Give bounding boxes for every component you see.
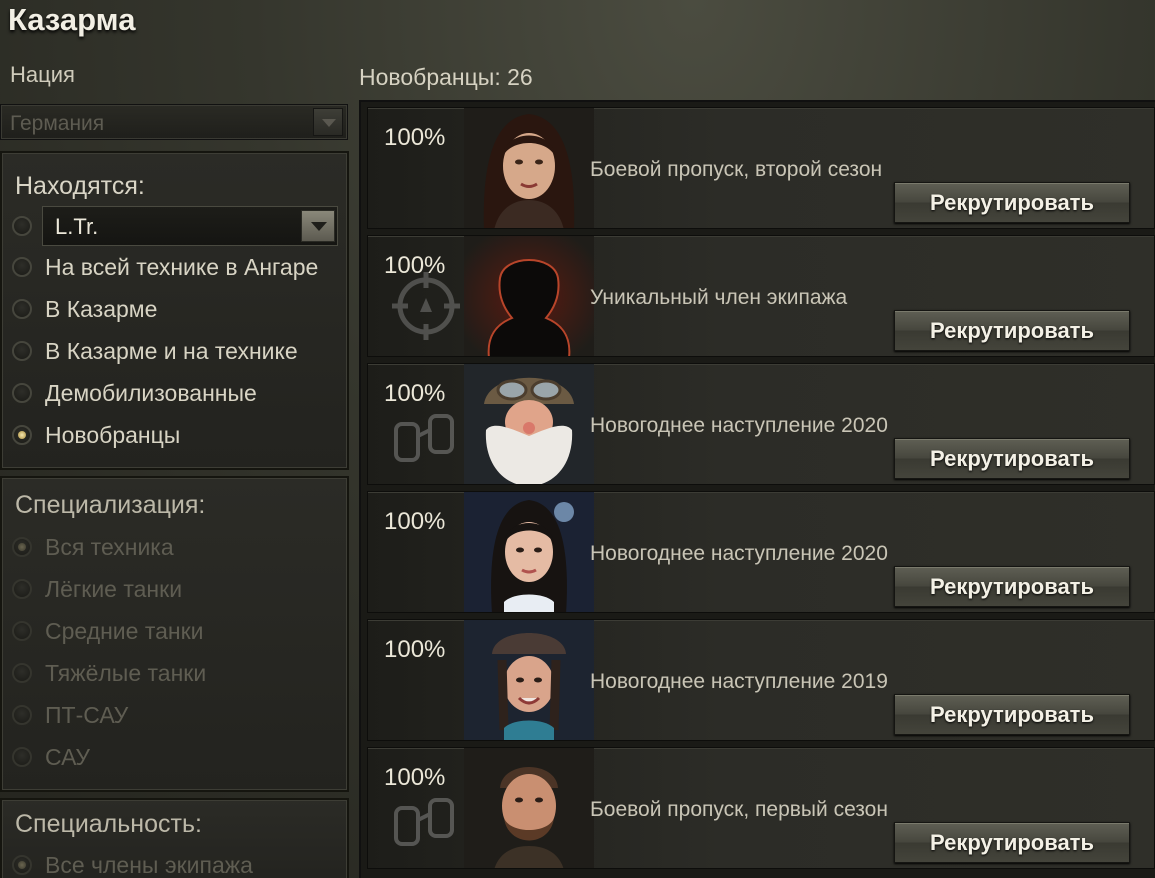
recruit-percent: 100% [384, 252, 446, 279]
recruit-card[interactable]: 100% Новогоднее наступление 2019 Рекрути… [367, 619, 1155, 741]
radio-label: Тяжёлые танки [45, 659, 207, 686]
radio-label: В Казарме [45, 295, 158, 322]
radio-vehicle[interactable] [12, 211, 32, 241]
recruit-description: Новогоднее наступление 2020 [590, 414, 888, 437]
radio-option-td[interactable]: ПТ-САУ [12, 700, 128, 730]
recruit-percent: 100% [384, 380, 446, 407]
radio-label: ПТ-САУ [45, 701, 129, 728]
radio-option-demobilized[interactable]: Демобилизованные [12, 378, 257, 408]
radio-option-barracks-and-vehicles[interactable]: В Казарме и на технике [12, 336, 298, 366]
chevron-down-icon [313, 108, 343, 136]
radio-option-light-tanks[interactable]: Лёгкие танки [12, 574, 182, 604]
recruit-card[interactable]: 100% Уникальный член экипажа Рекрутирова… [367, 235, 1155, 357]
radio-button-selected[interactable] [12, 537, 32, 557]
recruit-percent: 100% [384, 764, 446, 791]
radio-button[interactable] [12, 621, 32, 641]
radio-label: В Казарме и на технике [45, 337, 298, 364]
recruit-button[interactable]: Рекрутировать [894, 566, 1130, 607]
radio-button[interactable] [12, 341, 32, 361]
recruit-button[interactable]: Рекрутировать [894, 182, 1130, 223]
recruit-button[interactable]: Рекрутировать [894, 694, 1130, 735]
radio-button[interactable] [12, 257, 32, 277]
recruit-card[interactable]: 100% Новогоднее наступление 2020 Рекрути… [367, 491, 1155, 613]
location-filter-title: Находятся: [15, 172, 145, 200]
vehicle-selected-value: L.Tr. [55, 214, 99, 239]
radio-option-barracks[interactable]: В Казарме [12, 294, 157, 324]
recruit-card[interactable]: 100% Новогоднее наступление 2020 Рекрути… [367, 363, 1155, 485]
radio-button-selected[interactable] [12, 425, 32, 445]
radio-label: На всей технике в Ангаре [45, 253, 319, 280]
recruit-percent: 100% [384, 124, 446, 151]
vehicle-dropdown[interactable]: L.Tr. [42, 206, 338, 246]
recruit-card[interactable]: 100% Боевой пропуск, второй сезон Рекрут… [367, 107, 1155, 229]
snow-maiden-portrait-icon [464, 492, 594, 612]
radio-label: Лёгкие танки [45, 575, 183, 602]
page-title: Казарма [8, 2, 136, 37]
radio-button-vehicle[interactable] [12, 216, 32, 236]
radio-option-recruits[interactable]: Новобранцы [12, 420, 180, 450]
specialization-filter-title: Специализация: [15, 491, 206, 519]
radio-button[interactable] [12, 747, 32, 767]
radio-button[interactable] [12, 705, 32, 725]
radio-label: Все члены экипажа [45, 851, 253, 878]
radio-label: САУ [45, 743, 91, 770]
silhouette-portrait-icon [464, 236, 594, 356]
radio-option-all-hangar[interactable]: На всей технике в Ангаре [12, 252, 318, 282]
radio-option-all-crew[interactable]: Все члены экипажа [12, 850, 253, 878]
recruit-button[interactable]: Рекрутировать [894, 822, 1130, 863]
radio-button[interactable] [12, 383, 32, 403]
radio-button[interactable] [12, 663, 32, 683]
woman-portrait-icon [464, 108, 594, 228]
radio-button[interactable] [12, 579, 32, 599]
recruit-description: Боевой пропуск, первый сезон [590, 798, 888, 821]
radio-button-selected[interactable] [12, 855, 32, 875]
recruit-percent: 100% [384, 508, 446, 535]
specialty-filter-title: Специальность: [15, 810, 202, 838]
radio-label: Средние танки [45, 617, 204, 644]
recruit-description: Уникальный член экипажа [590, 286, 848, 309]
nation-label: Нация [10, 62, 75, 87]
recruit-button[interactable]: Рекрутировать [894, 310, 1130, 351]
radio-label: Новобранцы [45, 421, 181, 448]
chevron-down-icon[interactable] [301, 210, 335, 242]
recruit-button[interactable]: Рекрутировать [894, 438, 1130, 479]
radio-option-medium-tanks[interactable]: Средние танки [12, 616, 204, 646]
recruit-description: Боевой пропуск, второй сезон [590, 158, 883, 181]
recruit-description: Новогоднее наступление 2020 [590, 542, 888, 565]
bearded-man-portrait-icon [464, 748, 594, 868]
radio-option-all-vehicles[interactable]: Вся техника [12, 532, 174, 562]
recruit-description: Новогоднее наступление 2019 [590, 670, 888, 693]
radio-label: Вся техника [45, 533, 174, 560]
radio-option-spg[interactable]: САУ [12, 742, 90, 772]
radio-option-heavy-tanks[interactable]: Тяжёлые танки [12, 658, 206, 688]
recruit-percent: 100% [384, 636, 446, 663]
nation-selected-value: Германия [10, 112, 105, 135]
santa-portrait-icon [464, 364, 594, 484]
nation-dropdown: Германия [0, 104, 348, 140]
winter-girl-portrait-icon [464, 620, 594, 740]
radio-label: Демобилизованные [45, 379, 257, 406]
radio-button[interactable] [12, 299, 32, 319]
recruit-card[interactable]: 100% Боевой пропуск, первый сезон Рекрут… [367, 747, 1155, 869]
recruits-count: Новобранцы: 26 [359, 64, 533, 90]
